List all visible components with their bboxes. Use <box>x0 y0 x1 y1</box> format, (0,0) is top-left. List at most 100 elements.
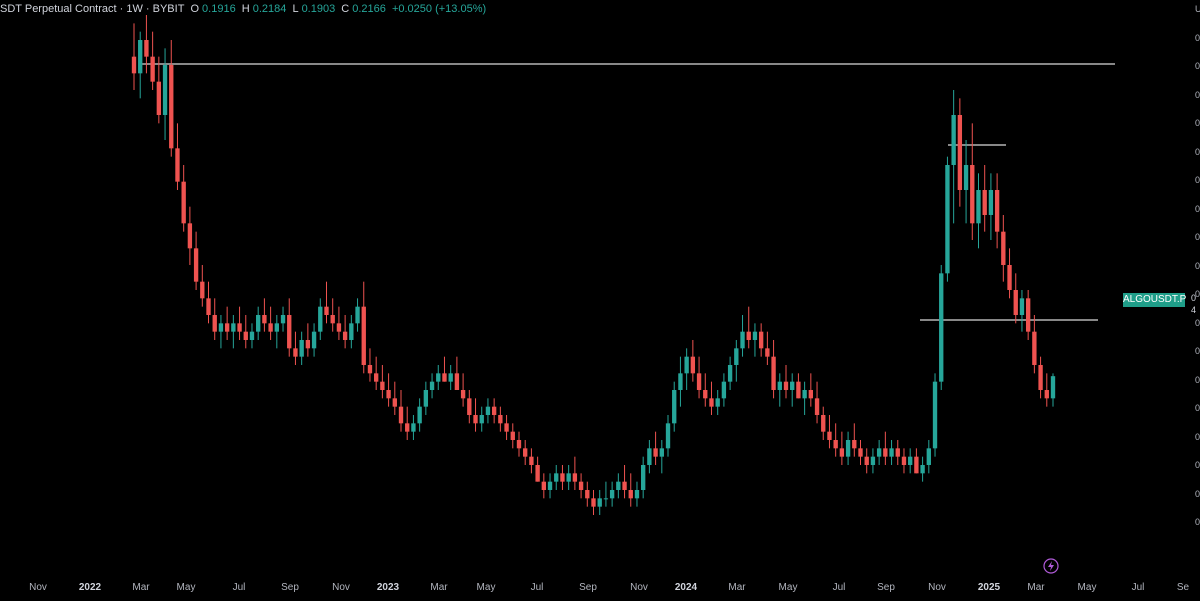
time-axis-label: Nov <box>630 582 648 593</box>
candle-body <box>274 323 279 332</box>
price-axis-label: 0 <box>1195 232 1200 242</box>
high-value: 0.2184 <box>252 3 287 15</box>
candle-body <box>876 448 882 457</box>
candle-body <box>852 440 857 449</box>
candle-body <box>1025 298 1031 332</box>
price-axis-label: 0 <box>1195 146 1200 157</box>
candle-body <box>951 115 956 165</box>
candle-body <box>703 390 708 399</box>
candle-body <box>305 340 311 349</box>
candle-body <box>380 381 385 390</box>
candle-body <box>554 473 559 482</box>
time-axis-label: Nov <box>29 582 47 593</box>
candle-body <box>523 448 528 457</box>
price-axis-label: 0 <box>1195 32 1200 43</box>
symbol-price-tag: ALGOUSDT.P <box>1123 293 1187 307</box>
candle-body <box>752 331 758 340</box>
candle-body <box>585 490 590 499</box>
close-label: C <box>341 3 350 15</box>
candle-body <box>578 481 584 490</box>
candle-body <box>802 390 807 399</box>
candle-body <box>311 331 317 349</box>
candle-body <box>684 356 689 374</box>
candle-body <box>218 323 224 332</box>
candle-body <box>330 315 335 324</box>
candle-body <box>597 498 602 507</box>
time-axis-label: Mar <box>430 582 448 593</box>
price-chart[interactable] <box>0 0 1200 601</box>
candle-body <box>231 323 236 332</box>
candle-body <box>349 323 354 340</box>
candle-body <box>516 440 522 449</box>
candle-body <box>659 448 664 457</box>
candle-body <box>690 356 696 374</box>
price-axis-label: 0 <box>1195 89 1200 100</box>
candle-body <box>560 473 565 482</box>
candle-body <box>479 415 484 424</box>
low-label: L <box>292 3 299 15</box>
candle-body <box>920 465 925 474</box>
candle-body <box>783 381 789 390</box>
candle-body <box>777 381 782 390</box>
candle-body <box>994 190 1000 232</box>
time-axis-label: Se <box>1176 582 1190 593</box>
candle-body <box>460 390 466 399</box>
lightning-icon[interactable] <box>1043 558 1059 574</box>
candle-body <box>485 406 491 415</box>
time-axis-label: Jul <box>832 582 846 593</box>
candle-body <box>901 456 907 465</box>
symbol-title[interactable]: SDT Perpetual Contract · 1W · BYBIT <box>0 3 184 15</box>
candle-body <box>367 365 373 374</box>
candle-body <box>616 481 621 490</box>
candle-body <box>417 406 422 424</box>
candle-body <box>765 348 770 357</box>
candle-body <box>758 331 764 349</box>
candle-body <box>665 423 671 449</box>
candle-body <box>827 431 832 440</box>
candle-body <box>1019 298 1025 315</box>
candle-body <box>491 406 497 415</box>
candle-body <box>535 465 540 482</box>
time-axis-label: May <box>176 582 196 593</box>
price-axis-label: 0 <box>1195 517 1200 527</box>
candle-body <box>721 381 727 399</box>
candle-body <box>355 306 360 324</box>
candle-body <box>442 373 447 382</box>
candle-body <box>473 415 478 424</box>
candle-body <box>963 165 969 190</box>
candle-body <box>547 481 553 490</box>
candle-body <box>715 398 720 407</box>
candle-body <box>889 448 894 457</box>
candle-body <box>628 490 633 499</box>
candle-body <box>727 365 733 382</box>
candle-body <box>870 456 876 465</box>
candle-body <box>790 381 795 390</box>
candle-body <box>914 456 919 474</box>
candle-body <box>895 448 900 457</box>
candle-body <box>566 473 571 482</box>
change-value: +0.0250 (+13.05%) <box>391 3 487 15</box>
time-axis-label: 2023 <box>376 582 400 593</box>
price-axis-label: U <box>1195 4 1200 14</box>
candle-body <box>603 498 609 500</box>
candle-body <box>1013 290 1018 315</box>
price-axis-label: 0 <box>1195 118 1200 128</box>
candle-body <box>541 481 546 490</box>
candle-body <box>268 323 273 332</box>
price-axis-label: 0 <box>1195 374 1200 385</box>
time-axis-label: Nov <box>928 582 946 593</box>
candle-body <box>280 315 286 324</box>
time-axis-label: Jul <box>1131 582 1145 593</box>
time-axis-label: Nov <box>332 582 350 593</box>
price-axis-label: 0 <box>1195 346 1200 356</box>
candle-body <box>1044 390 1049 399</box>
price-axis-label: 0 <box>1195 203 1200 214</box>
candle-body <box>510 431 515 440</box>
candle-body <box>175 148 180 182</box>
candle-body <box>287 315 292 349</box>
candle-body <box>448 373 453 382</box>
price-axis-label: 0 <box>1195 175 1200 185</box>
candle-body <box>1050 376 1056 399</box>
candle-body <box>467 398 472 415</box>
candle-body <box>150 56 155 82</box>
